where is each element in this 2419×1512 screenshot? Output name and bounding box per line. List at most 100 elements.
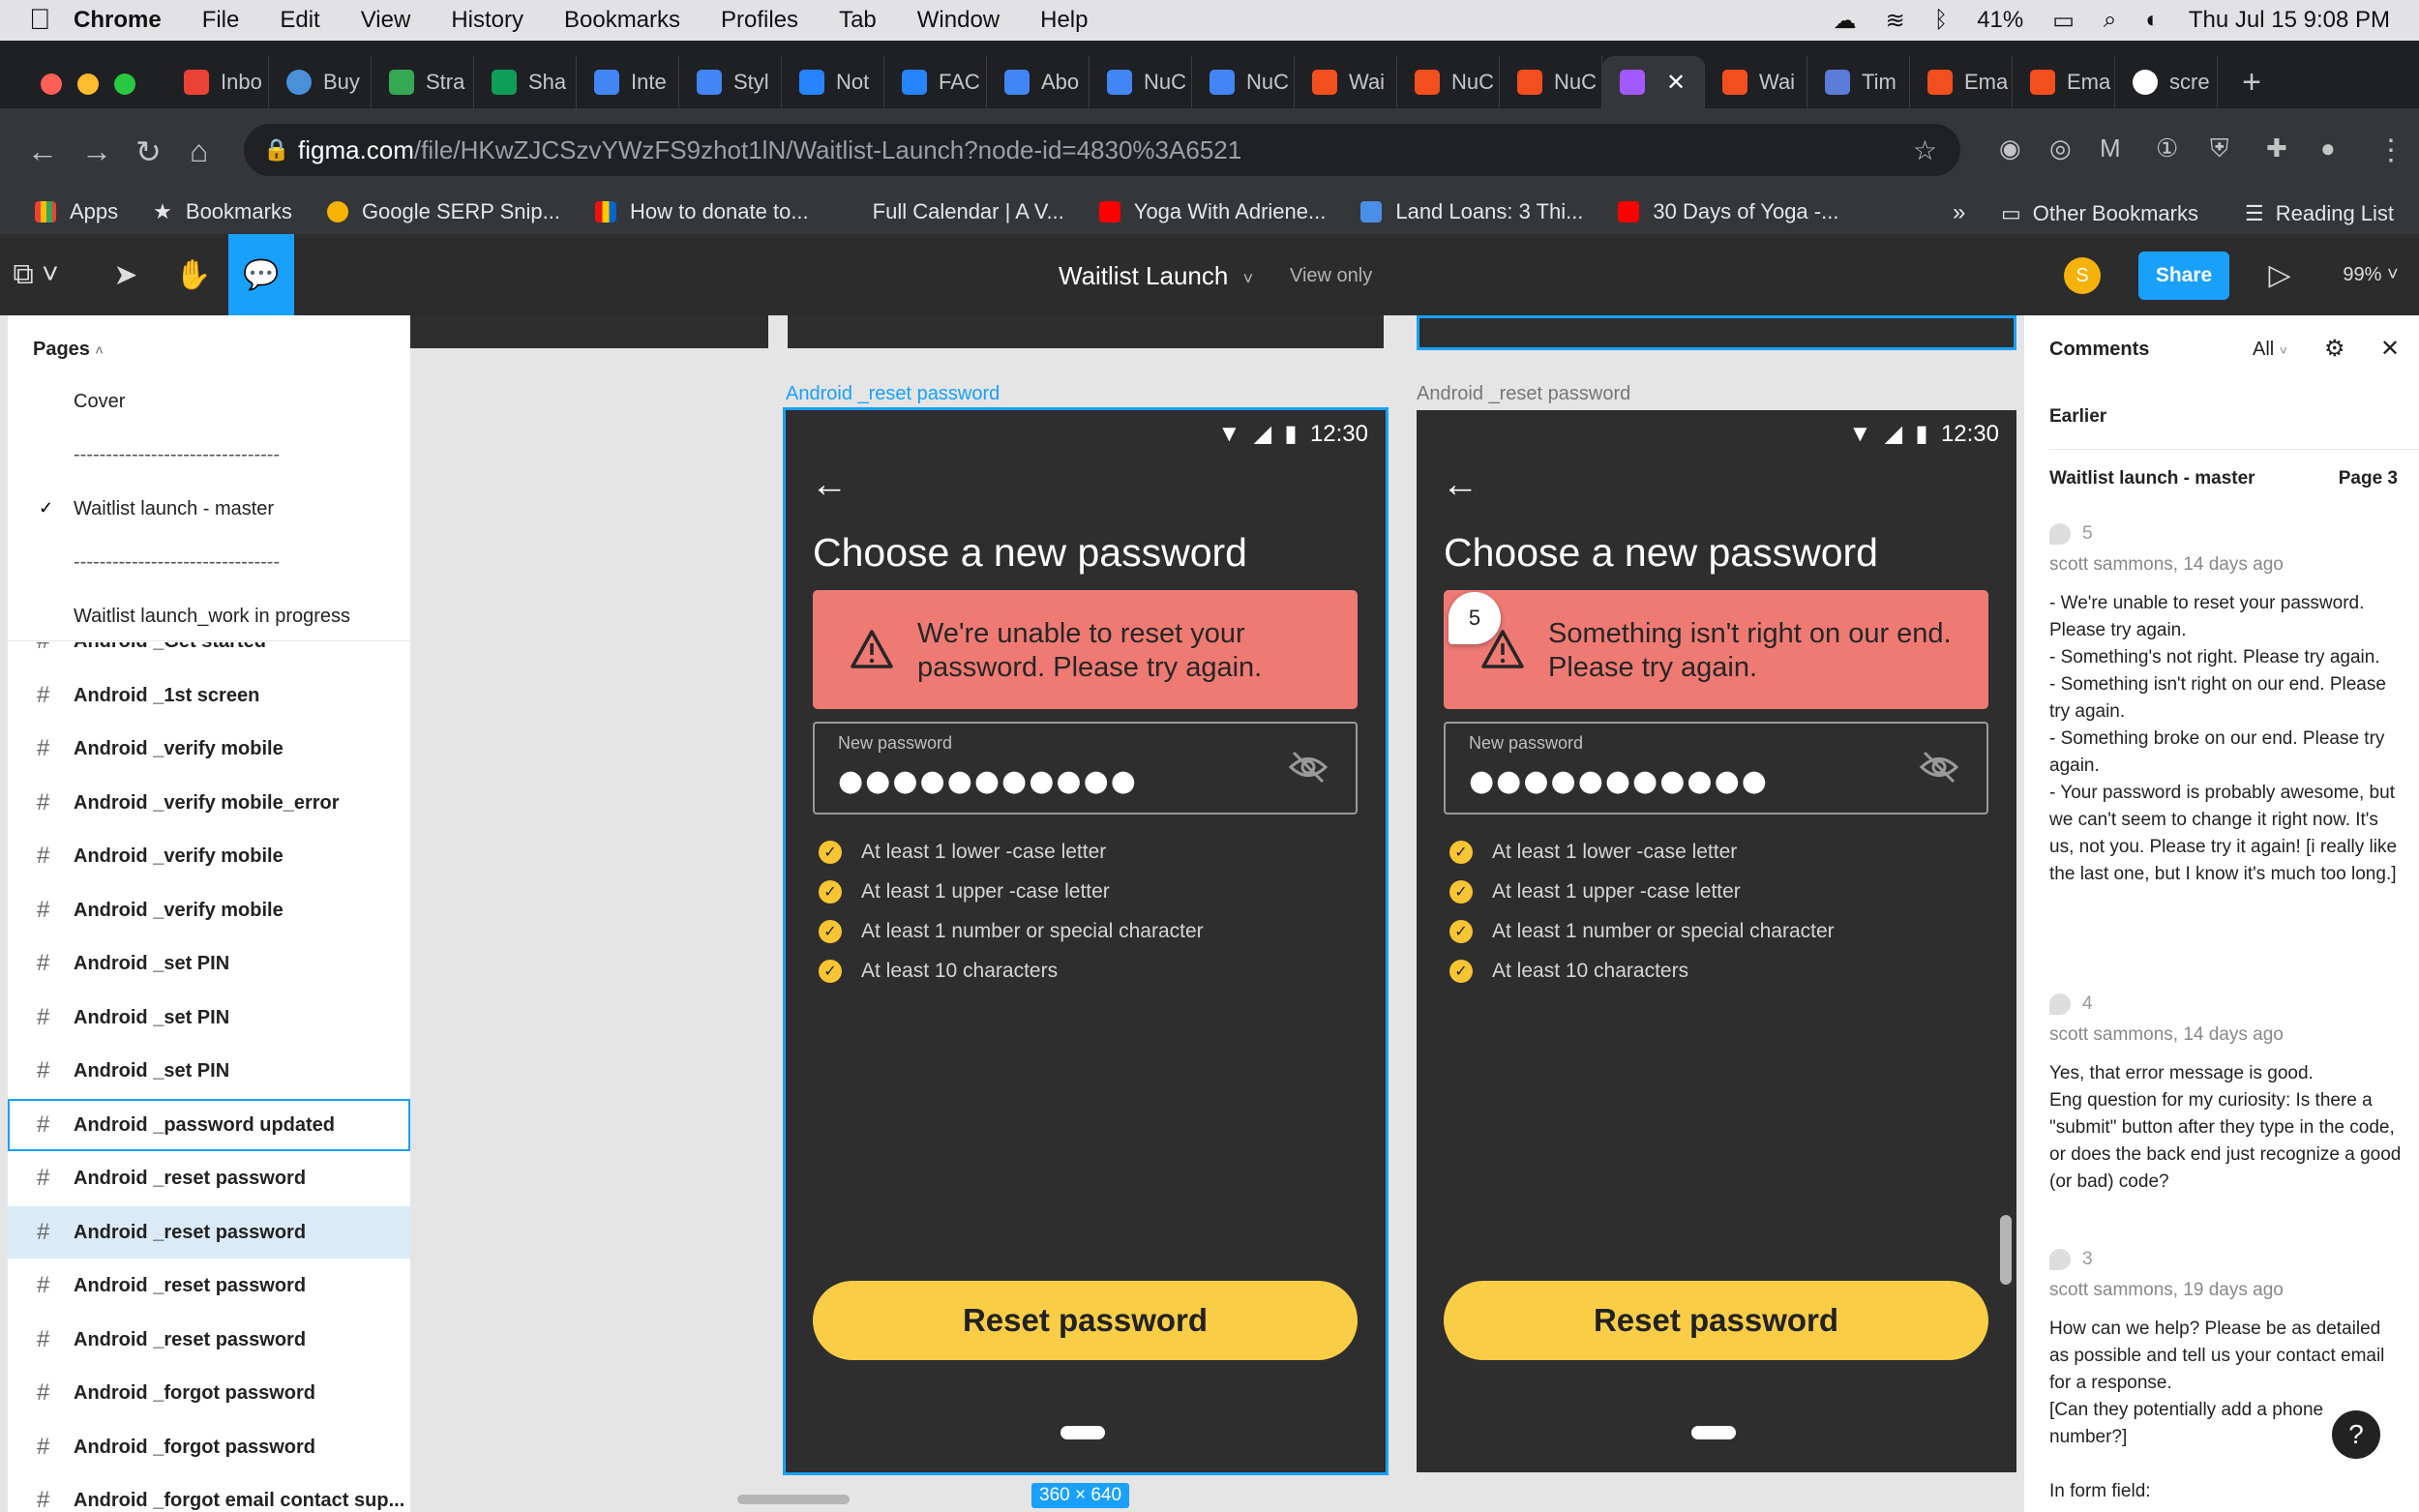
browser-tab[interactable]: Ema — [1910, 56, 2013, 108]
browser-tab[interactable]: Not — [782, 56, 884, 108]
comment-item[interactable]: 4 scott sammons, 14 days ago Yes, that e… — [2049, 991, 2404, 1196]
thread-title[interactable]: Waitlist launch - master — [2049, 468, 2255, 489]
user-avatar[interactable]: S — [2064, 257, 2101, 294]
layer-item[interactable]: # Android _reset password — [8, 1152, 410, 1204]
browser-tab[interactable]: NuC — [1397, 56, 1500, 108]
back-arrow-icon[interactable]: ← — [1442, 464, 1478, 506]
bookmark-item[interactable]: Full Calendar | A V... — [873, 199, 1064, 224]
layer-item[interactable]: # Android _reset password — [8, 1314, 410, 1366]
layer-item[interactable]: # Android _verify mobile — [8, 723, 410, 775]
filter-sliders-icon[interactable]: ⚙ — [2324, 335, 2345, 363]
new-password-field[interactable]: New password ●●●●●●●●●●● — [1444, 722, 1988, 815]
comments-filter-dropdown[interactable]: All ˅ — [2253, 339, 2287, 361]
browser-tab[interactable]: Styl — [679, 56, 782, 108]
page-item-waitlist-master[interactable]: Waitlist launch - master — [74, 498, 274, 520]
url-bar[interactable]: 🔒 figma.com/file/HKwZJCSzvYWzFS9zhot1lN/… — [244, 124, 1960, 176]
back-arrow-icon[interactable]: ← — [27, 133, 58, 169]
browser-tab[interactable]: scre — [2115, 56, 2218, 108]
window-minimize-button[interactable] — [77, 74, 99, 95]
password-value[interactable]: ●●●●●●●●●●● — [838, 764, 1138, 798]
browser-tab[interactable]: Abo — [987, 56, 1090, 108]
frame-label[interactable]: Android _reset password — [1417, 383, 1630, 405]
browser-tab[interactable]: NuC — [1192, 56, 1295, 108]
comment-tool-icon[interactable]: 💬 — [228, 234, 294, 315]
browser-tab[interactable]: Inbo — [166, 56, 269, 108]
bookmark-item[interactable]: Google SERP Snip... — [326, 199, 560, 224]
bookmark-item[interactable]: Land Loans: 3 Thi... — [1360, 199, 1583, 224]
zoom-dropdown[interactable]: 99% ˅ — [2322, 234, 2419, 315]
move-tool-icon[interactable]: ➤ — [93, 234, 159, 315]
canvas-frame-partial-selected[interactable] — [1417, 315, 2016, 350]
back-arrow-icon[interactable]: ← — [811, 464, 848, 506]
other-bookmarks[interactable]: ▭ Other Bookmarks — [2001, 201, 2198, 226]
browser-tab[interactable]: NuC — [1090, 56, 1192, 108]
comment-item[interactable]: 3 scott sammons, 19 days ago How can we … — [2049, 1246, 2404, 1505]
design-canvas[interactable]: Android _reset password Android _reset p… — [410, 315, 2024, 1512]
menu-help[interactable]: Help — [1040, 7, 1088, 34]
reset-password-button[interactable]: Reset password — [813, 1281, 1358, 1360]
frame-label[interactable]: Android _reset password — [786, 383, 1000, 405]
page-item-divider[interactable]: -------------------------------- — [74, 444, 280, 466]
layer-item[interactable]: # Android _set PIN — [8, 992, 410, 1044]
canvas-frame-partial[interactable] — [788, 315, 1384, 348]
bookmark-apps[interactable]: Apps — [35, 199, 118, 224]
1password-icon[interactable]: ① — [2156, 133, 2178, 163]
wifi-icon[interactable]: ≋ — [1886, 7, 1905, 35]
bookmark-item[interactable]: ★ Bookmarks — [153, 199, 292, 224]
browser-tab[interactable]: FAC — [884, 56, 987, 108]
menu-app-name[interactable]: Chrome — [74, 7, 162, 34]
more-bookmarks-chevron-icon[interactable]: » — [1953, 199, 1965, 226]
new-password-field[interactable]: New password ●●●●●●●●●●● — [813, 722, 1358, 815]
password-value[interactable]: ●●●●●●●●●●● — [1469, 764, 1769, 798]
apple-icon[interactable]:  — [29, 4, 74, 37]
battery-percent[interactable]: 41% — [1977, 7, 2023, 34]
eye-off-icon[interactable] — [1288, 749, 1329, 786]
control-center-icon[interactable]: ◐ — [2145, 7, 2160, 34]
home-icon[interactable]: ⌂ — [190, 133, 208, 169]
tab-close-icon[interactable]: ✕ — [1666, 69, 1686, 97]
layer-item[interactable]: # Android _1st screen — [8, 669, 410, 722]
canvas-frame-partial[interactable] — [410, 315, 768, 348]
figma-menu-icon[interactable]: ⧉ ˅ — [0, 234, 72, 315]
help-button[interactable]: ? — [2332, 1410, 2380, 1459]
browser-tab[interactable]: Sha — [474, 56, 577, 108]
page-item-cover[interactable]: Cover — [74, 391, 125, 413]
browser-tab[interactable]: Wai — [1295, 56, 1397, 108]
menu-view[interactable]: View — [361, 7, 411, 34]
browser-tab[interactable]: NuC — [1500, 56, 1602, 108]
shield-icon[interactable]: ⛨ — [2210, 133, 2229, 164]
horizontal-scrollbar[interactable] — [737, 1495, 850, 1504]
menu-edit[interactable]: Edit — [280, 7, 319, 34]
browser-tab[interactable]: Wai — [1705, 56, 1807, 108]
window-zoom-button[interactable] — [114, 74, 135, 95]
close-icon[interactable]: ✕ — [2380, 335, 2400, 363]
page-item-work-in-progress[interactable]: Waitlist launch_work in progress — [74, 606, 350, 628]
menu-tab[interactable]: Tab — [839, 7, 877, 34]
pages-header[interactable]: Pages ˄ — [33, 339, 104, 361]
phone-frame-reset-password[interactable]: ▼ ◢ ▮ 12:30 ← Choose a new password Some… — [1417, 410, 2016, 1472]
spotlight-search-icon[interactable]: ⌕ — [2104, 7, 2116, 34]
menu-window[interactable]: Window — [917, 7, 1000, 34]
browser-tab[interactable]: Inte — [577, 56, 679, 108]
vertical-scrollbar[interactable] — [2000, 1215, 2012, 1285]
battery-icon[interactable]: ▭ — [2052, 7, 2075, 35]
page-item-divider[interactable]: -------------------------------- — [74, 551, 280, 574]
puzzle-extensions-icon[interactable]: ✚ — [2266, 133, 2287, 163]
layer-item[interactable]: # Android _forgot email contact sup... — [8, 1474, 410, 1512]
file-title[interactable]: Waitlist Launch ˅ — [1059, 261, 1253, 291]
browser-tab[interactable]: Stra — [372, 56, 474, 108]
reload-icon[interactable]: ↻ — [135, 133, 162, 170]
forward-arrow-icon[interactable]: → — [81, 133, 112, 169]
comment-pin[interactable]: 5 — [1448, 592, 1501, 644]
reset-password-button[interactable]: Reset password — [1444, 1281, 1988, 1360]
bookmark-item[interactable]: 30 Days of Yoga -... — [1618, 199, 1838, 224]
comment-item[interactable]: 5 scott sammons, 14 days ago - We're una… — [2049, 520, 2404, 888]
layer-item-hovered[interactable]: # Android _password updated — [8, 1099, 410, 1151]
layer-item[interactable]: # Android _set PIN — [8, 937, 410, 990]
hand-tool-icon[interactable]: ✋ — [161, 234, 226, 315]
phone-frame-reset-password[interactable]: ▼ ◢ ▮ 12:30 ← Choose a new password We'r… — [783, 407, 1389, 1475]
present-play-icon[interactable]: ▷ — [2247, 234, 2313, 315]
menu-file[interactable]: File — [202, 7, 240, 34]
layer-item[interactable]: # Android _reset password — [8, 1260, 410, 1312]
browser-tab-active[interactable]: ✕ — [1602, 56, 1705, 108]
